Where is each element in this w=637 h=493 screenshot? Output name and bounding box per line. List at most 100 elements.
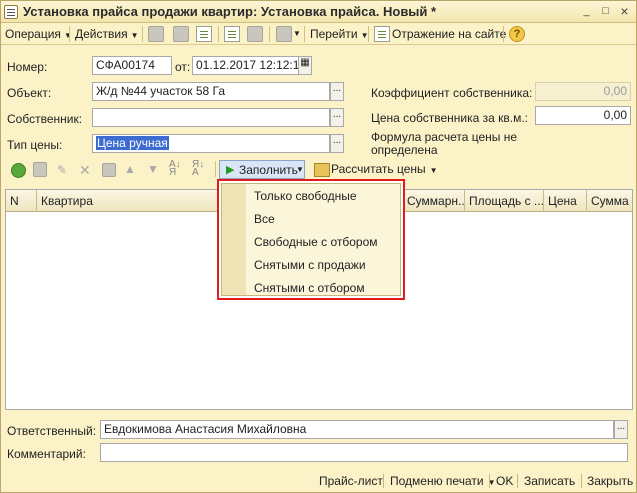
operation-menu-label: Операция (5, 27, 61, 41)
column-area[interactable]: Площадь с ... (465, 190, 544, 212)
move-down-icon[interactable]: ▼ (147, 162, 161, 178)
object-select-button[interactable]: ... (330, 82, 344, 101)
copy-document-icon[interactable] (196, 26, 212, 42)
date-field[interactable]: 01.12.2017 12:12:15 (192, 56, 299, 75)
separator (489, 474, 490, 488)
comment-label: Комментарий: (7, 447, 86, 461)
chevron-down-icon: ▼ (63, 31, 72, 40)
calculate-prices-menu[interactable]: Рассчитать цены ▼ (331, 162, 438, 180)
column-sum[interactable]: Сумма (587, 190, 632, 212)
object-label: Объект: (7, 86, 52, 100)
fill-dropdown-menu: Только свободные Все Свободные с отбором… (221, 183, 401, 296)
separator (69, 26, 70, 42)
print-submenu-label: Подменю печати (390, 474, 484, 488)
separator (142, 26, 143, 42)
move-up-icon[interactable]: ▲ (124, 162, 138, 178)
formula-text-line1: Формула расчета цены не (371, 130, 518, 144)
menu-item-all[interactable]: Все (254, 209, 275, 229)
chevron-down-icon: ▼ (429, 166, 438, 175)
ok-button[interactable]: OK (496, 474, 513, 488)
owner-field[interactable] (92, 108, 330, 127)
owner-select-button[interactable]: ... (330, 108, 344, 127)
actions-menu[interactable]: Действия ▼ (75, 26, 139, 42)
unpost-icon[interactable] (173, 26, 189, 42)
fill-menu-label: Заполнить (239, 163, 298, 177)
post-icon[interactable] (148, 26, 164, 42)
separator (304, 26, 305, 42)
object-field[interactable]: Ж/д №44 участок 58 Га (92, 82, 330, 101)
responsible-select-button[interactable]: ... (614, 420, 628, 439)
comment-field[interactable] (100, 443, 628, 462)
separator (269, 26, 270, 42)
document-window: Установка прайса продажи квартир: Устано… (0, 0, 637, 493)
column-price[interactable]: Цена (544, 190, 587, 212)
price-type-label: Тип цены: (7, 138, 63, 152)
highlight-frame: Только свободные Все Свободные с отбором… (217, 179, 405, 300)
command-bar: Операция ▼ Действия ▼ ▼ Перейти ▼ Отражение… (1, 23, 636, 45)
edit-row-icon[interactable]: ✎ (57, 163, 69, 177)
window-title: Установка прайса продажи квартир: Устано… (23, 4, 437, 19)
owner-price-field[interactable]: 0,00 (535, 106, 631, 125)
responsible-field[interactable]: Евдокимова Анастасия Михайловна (100, 420, 614, 439)
owner-price-label: Цена собственника за кв.м.: (371, 111, 529, 125)
minimize-button[interactable]: _ (579, 4, 594, 19)
save-button[interactable]: Записать (524, 474, 575, 488)
price-type-select-button[interactable]: ... (330, 134, 344, 153)
add-row-icon[interactable] (11, 163, 26, 178)
separator (503, 26, 504, 42)
sort-asc-icon[interactable]: A↓ Я (169, 160, 185, 178)
based-on-icon[interactable] (276, 26, 292, 42)
calendar-icon[interactable]: ▦ (298, 56, 312, 75)
sort-desc-icon[interactable]: Я↓ A (192, 160, 208, 178)
formula-text-line2: определена (371, 143, 438, 157)
reflection-button[interactable]: Отражение на сайте (392, 26, 506, 42)
document-structure-icon[interactable] (224, 26, 240, 42)
chevron-down-icon[interactable]: ▼ (293, 26, 301, 42)
document-icon (4, 5, 18, 19)
fill-menu-button[interactable]: ▶ Заполнить ▼ (219, 160, 305, 179)
movements-icon[interactable] (247, 26, 263, 42)
separator (383, 474, 384, 488)
separator (581, 474, 582, 488)
column-n[interactable]: N (6, 190, 37, 212)
separator (517, 474, 518, 488)
copy-row-icon[interactable] (33, 162, 47, 177)
goto-menu[interactable]: Перейти ▼ (310, 26, 368, 42)
menu-gutter (222, 184, 246, 295)
bottom-bar: Прайс-лист Подменю печати ▼ OK Записать З… (1, 470, 636, 492)
end-edit-icon[interactable] (102, 163, 116, 177)
owner-label: Собственник: (7, 112, 83, 126)
actions-menu-label: Действия (75, 27, 128, 41)
price-type-value: Цена ручная (96, 136, 169, 150)
calculator-icon (314, 163, 330, 177)
delete-row-icon[interactable]: ✕ (79, 162, 93, 178)
price-type-field[interactable]: Цена ручная (92, 134, 330, 153)
separator (218, 26, 219, 42)
chevron-down-icon: ▼ (130, 31, 139, 40)
menu-item-free-with-filter[interactable]: Свободные с отбором (254, 232, 378, 252)
maximize-button[interactable]: □ (598, 4, 613, 19)
menu-item-removed-from-sale[interactable]: Снятыми с продажи (254, 255, 366, 275)
separator (368, 26, 369, 42)
calculate-prices-label: Рассчитать цены (331, 162, 426, 176)
print-submenu-button[interactable]: Подменю печати ▼ (390, 474, 495, 488)
number-field[interactable]: СФА00174 (92, 56, 172, 75)
play-icon: ▶ (226, 164, 235, 176)
owner-coef-field: 0,00 (535, 82, 631, 101)
pricelist-button[interactable]: Прайс-лист (319, 474, 383, 488)
date-label: от: (175, 60, 191, 74)
close-window-button[interactable]: × (617, 4, 632, 19)
column-total[interactable]: Суммарн... (403, 190, 465, 212)
number-label: Номер: (7, 60, 48, 74)
operation-menu[interactable]: Операция ▼ (5, 26, 72, 42)
owner-coef-label: Коэффициент собственника: (371, 86, 533, 100)
menu-item-only-free[interactable]: Только свободные (254, 186, 357, 206)
menu-item-removed-with-filter[interactable]: Снятыми с отбором (254, 278, 365, 298)
close-button[interactable]: Закрыть (587, 474, 633, 488)
responsible-label: Ответственный: (7, 424, 97, 438)
separator (215, 161, 216, 177)
help-icon[interactable]: ? (509, 26, 525, 42)
chevron-down-icon: ▼ (296, 165, 304, 174)
title-bar: Установка прайса продажи квартир: Устано… (1, 1, 636, 23)
goto-menu-label: Перейти (310, 27, 358, 41)
